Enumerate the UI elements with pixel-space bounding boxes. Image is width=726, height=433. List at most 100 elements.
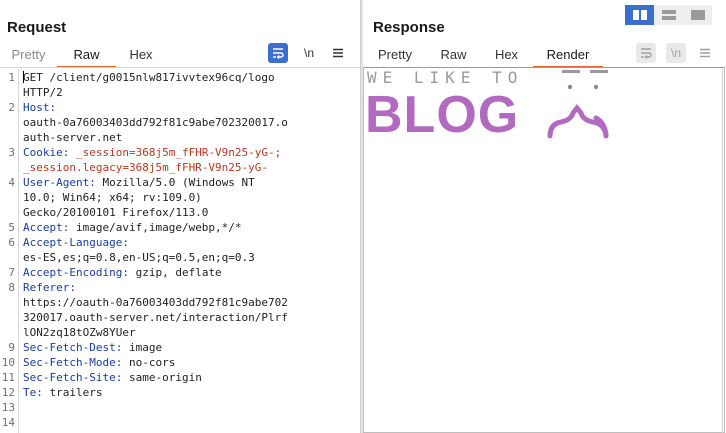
- line-text: Sec-Fetch-Mode: no-cors: [23, 355, 175, 370]
- line-text: es-ES,es;q=0.8,en-US;q=0.5,en;q=0.3: [23, 250, 255, 265]
- line-text: GET /client/g0015nlw817ivvtex96cq/logo: [23, 70, 275, 85]
- request-editor[interactable]: 1 GET /client/g0015nlw817ivvtex96cq/logo H…: [0, 69, 360, 433]
- line-text: Te: trailers: [23, 385, 102, 400]
- header-name: Sec-Fetch-Site:: [23, 371, 123, 384]
- tab-render[interactable]: Render: [533, 42, 603, 68]
- request-menu-button[interactable]: [328, 43, 348, 63]
- request-tabs: Pretty Raw Hex: [0, 42, 166, 68]
- code-line[interactable]: 10 Sec-Fetch-Mode: no-cors: [0, 355, 360, 370]
- header-name: Cookie:: [23, 146, 70, 159]
- side-by-side-layout-button[interactable]: [625, 5, 654, 25]
- code-line[interactable]: auth-server.net: [0, 130, 360, 145]
- header-value: 320017.oauth-server.net/interaction/Plrf: [23, 311, 288, 324]
- line-number: 4: [8, 176, 15, 189]
- header-value: _session.legacy=368j5m_fFHR-V9n25-yG-: [23, 161, 269, 174]
- show-newlines-button[interactable]: \n: [299, 43, 319, 63]
- request-title: Request: [7, 19, 67, 36]
- single-pane-layout-icon: [690, 10, 705, 20]
- code-line[interactable]: 3 Cookie: _session=368j5m_fFHR-V9n25-yG-;: [0, 145, 360, 160]
- code-line[interactable]: 11 Sec-Fetch-Site: same-origin: [0, 370, 360, 385]
- header-name: Referer:: [23, 281, 76, 294]
- stacked-layout-button[interactable]: [654, 5, 683, 25]
- line-text: Gecko/20100101 Firefox/113.0: [23, 205, 208, 220]
- line-text: 10.0; Win64; x64; rv:109.0): [23, 190, 202, 205]
- hamburger-menu-icon: [333, 48, 343, 58]
- single-pane-layout-button[interactable]: [683, 5, 712, 25]
- line-number: 7: [8, 266, 15, 279]
- tab-raw[interactable]: Raw: [57, 42, 116, 68]
- code-line[interactable]: lON2zq18tOZw8YUer: [0, 325, 360, 340]
- header-name: User-Agent:: [23, 176, 96, 189]
- header-value: es-ES,es;q=0.8,en-US;q=0.5,en;q=0.3: [23, 251, 255, 264]
- header-value: _session=368j5m_fFHR-V9n25-yG-;: [69, 146, 282, 159]
- header-name: Sec-Fetch-Dest:: [23, 341, 123, 354]
- request-pane: Request Pretty Raw Hex \n 1 GET /client/g…: [0, 0, 360, 433]
- header-value: HTTP/2: [23, 86, 63, 99]
- stacked-layout-icon: [661, 10, 676, 20]
- code-line[interactable]: 320017.oauth-server.net/interaction/Plrf: [0, 310, 360, 325]
- code-line[interactable]: 9 Sec-Fetch-Dest: image: [0, 340, 360, 355]
- header-name: Accept-Language:: [23, 236, 129, 249]
- header-value: 10.0; Win64; x64; rv:109.0): [23, 191, 202, 204]
- word-wrap-button[interactable]: [268, 43, 288, 63]
- line-number: 9: [8, 341, 15, 354]
- side-by-side-layout-icon: [632, 10, 647, 20]
- code-line[interactable]: 13: [0, 400, 360, 415]
- line-text: User-Agent: Mozilla/5.0 (Windows NT: [23, 175, 255, 190]
- header-value: GET /client/g0015nlw817ivvtex96cq/logo: [23, 71, 275, 84]
- header-value: https://oauth-0a76003403dd792f81c9abe702: [23, 296, 288, 309]
- render-view[interactable]: WE LIKE TO BLOG: [363, 67, 726, 433]
- word-wrap-icon: [641, 48, 652, 59]
- tab-hex[interactable]: Hex: [480, 42, 533, 68]
- code-line[interactable]: Gecko/20100101 Firefox/113.0: [0, 205, 360, 220]
- line-text: Accept-Encoding: gzip, deflate: [23, 265, 222, 280]
- code-line[interactable]: 2 Host:: [0, 100, 360, 115]
- tab-raw[interactable]: Raw: [427, 42, 480, 68]
- header-name: Host:: [23, 101, 57, 114]
- code-line[interactable]: 4 User-Agent: Mozilla/5.0 (Windows NT: [0, 175, 360, 190]
- show-newlines-button[interactable]: \n: [666, 43, 686, 63]
- header-value: Mozilla/5.0 (Windows NT: [95, 176, 255, 189]
- code-line[interactable]: es-ES,es;q=0.8,en-US;q=0.5,en;q=0.3: [0, 250, 360, 265]
- header-value: auth-server.net: [23, 131, 123, 144]
- header-value: trailers: [42, 386, 103, 399]
- tab-pretty[interactable]: Pretty: [363, 42, 427, 68]
- code-line[interactable]: 6 Accept-Language:: [0, 235, 360, 250]
- header-value: image/avif,image/webp,*/*: [69, 221, 242, 234]
- response-title: Response: [373, 19, 445, 36]
- response-menu-button[interactable]: [695, 43, 715, 63]
- word-wrap-button[interactable]: [636, 43, 656, 63]
- line-number: 2: [8, 101, 15, 114]
- line-number: 14: [1, 416, 15, 429]
- header-value: oauth-0a76003403dd792f81c9abe702320017.o: [23, 116, 288, 129]
- code-line[interactable]: _session.legacy=368j5m_fFHR-V9n25-yG-: [0, 160, 360, 175]
- line-text: Sec-Fetch-Dest: image: [23, 340, 162, 355]
- header-value: no-cors: [122, 356, 176, 369]
- line-number: 6: [8, 236, 15, 249]
- code-line[interactable]: 7 Accept-Encoding: gzip, deflate: [0, 265, 360, 280]
- code-line[interactable]: HTTP/2: [0, 85, 360, 100]
- header-name: Sec-Fetch-Mode:: [23, 356, 123, 369]
- code-line[interactable]: 12 Te: trailers: [0, 385, 360, 400]
- render-scrollbar[interactable]: [722, 69, 723, 433]
- line-text: HTTP/2: [23, 85, 63, 100]
- code-line[interactable]: 1 GET /client/g0015nlw817ivvtex96cq/logo: [0, 70, 360, 85]
- line-text: Referer:: [23, 280, 76, 295]
- code-line[interactable]: 10.0; Win64; x64; rv:109.0): [0, 190, 360, 205]
- response-tabs: Pretty Raw Hex Render: [363, 42, 603, 68]
- code-line[interactable]: 14: [0, 415, 360, 430]
- code-line[interactable]: 8 Referer:: [0, 280, 360, 295]
- header-name: Accept-Encoding:: [23, 266, 129, 279]
- tab-hex[interactable]: Hex: [116, 42, 166, 68]
- line-number: 12: [1, 386, 15, 399]
- code-line[interactable]: https://oauth-0a76003403dd792f81c9abe702: [0, 295, 360, 310]
- header-name: Te:: [23, 386, 43, 399]
- line-number: 3: [8, 146, 15, 159]
- tab-pretty[interactable]: Pretty: [0, 42, 57, 68]
- code-line[interactable]: 5 Accept: image/avif,image/webp,*/*: [0, 220, 360, 235]
- code-line[interactable]: oauth-0a76003403dd792f81c9abe702320017.o: [0, 115, 360, 130]
- line-text: oauth-0a76003403dd792f81c9abe702320017.o: [23, 115, 288, 130]
- line-text: Accept: image/avif,image/webp,*/*: [23, 220, 242, 235]
- blog-face-logo-icon: [547, 70, 609, 139]
- line-number: 1: [8, 71, 15, 84]
